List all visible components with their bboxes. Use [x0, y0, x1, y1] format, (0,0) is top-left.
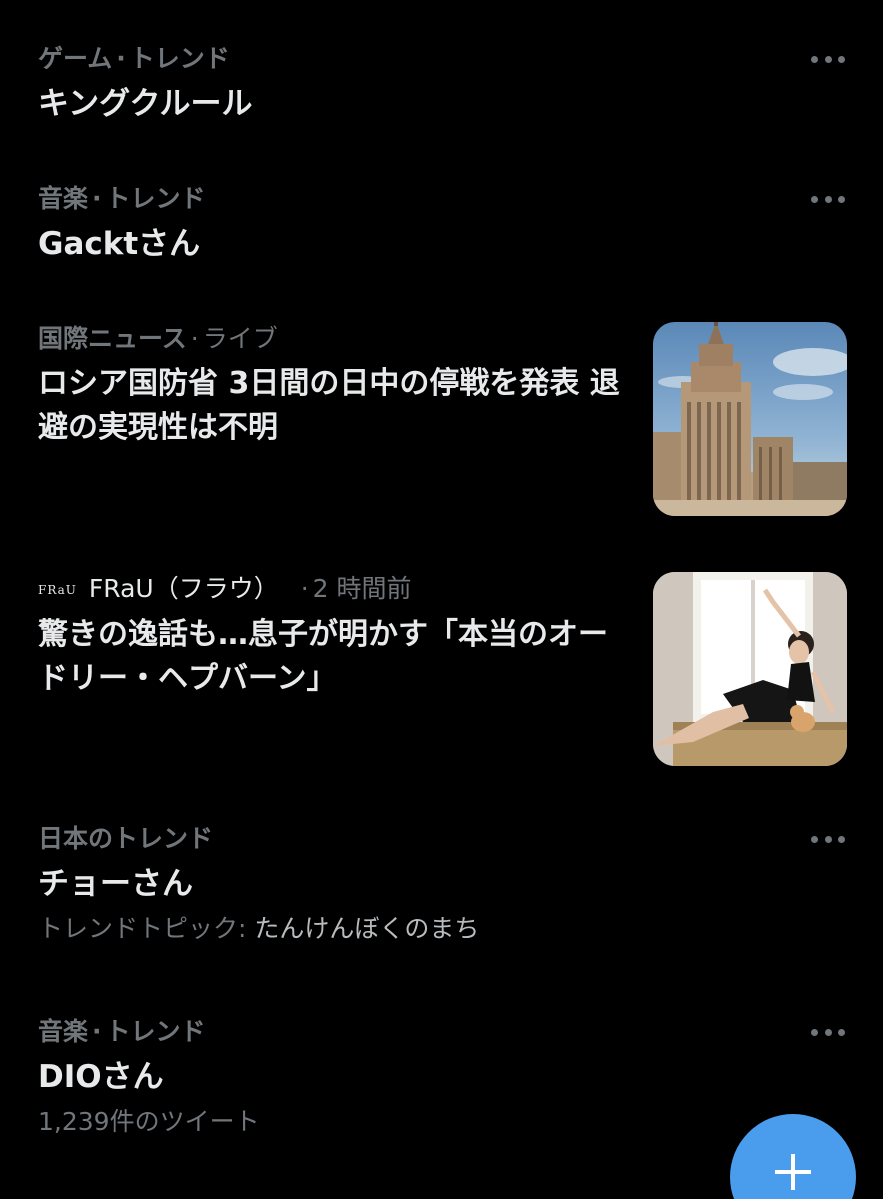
news-live-label: ライブ: [202, 324, 278, 353]
more-button[interactable]: [811, 1015, 845, 1049]
more-button[interactable]: [811, 822, 845, 856]
separator: ·: [92, 184, 102, 213]
news-item[interactable]: FRaU FRaU（フラウ） · 2 時間前 驚きの逸話も…息子が明かす「本当のオー…: [38, 572, 883, 766]
trend-item[interactable]: 音楽 · トレンド DIOさん 1,239件のツイート: [38, 1015, 883, 1139]
trend-meta: 日本のトレンド: [38, 822, 883, 856]
news-source: FRaU（フラウ）: [88, 574, 279, 603]
trend-item[interactable]: 日本のトレンド チョーさん トレンドトピック: たんけんぼくのまち: [38, 822, 883, 946]
more-horizontal-icon: [838, 55, 845, 63]
trend-category: 日本のトレンド: [38, 824, 214, 853]
more-button[interactable]: [811, 42, 845, 76]
plus-icon: [775, 1154, 811, 1190]
more-horizontal-icon: [824, 1028, 832, 1036]
news-category: 国際ニュース: [38, 324, 187, 353]
woman-in-window-photo: [653, 572, 847, 766]
trend-title: Gacktさん: [38, 226, 201, 262]
separator: ·: [92, 1017, 102, 1046]
news-title: 驚きの逸話も…息子が明かす「本当のオードリー・ヘプバーン」: [38, 617, 608, 696]
trend-topic-value: たんけんぼくのまち: [254, 914, 480, 943]
news-item[interactable]: 国際ニュース · ライブ ロシア国防省 3日間の日中の停戦を発表 退避の実現性は不明: [38, 322, 883, 516]
trend-label: トレンド: [105, 1017, 206, 1046]
trends-feed: ゲーム · トレンド キングクルール 音楽 · トレンド Gacktさん 国際ニュース ·…: [0, 0, 883, 1199]
more-horizontal-icon: [838, 1028, 845, 1036]
trend-topic: トレンドトピック: たんけんぼくのまち: [38, 912, 883, 946]
trend-meta: ゲーム · トレンド: [38, 42, 883, 76]
more-horizontal-icon: [824, 195, 832, 203]
trend-label: トレンド: [105, 184, 206, 213]
separator: ·: [300, 574, 309, 603]
separator: ·: [116, 44, 126, 73]
trend-category: ゲーム: [38, 44, 113, 73]
more-horizontal-icon: [811, 195, 818, 203]
trend-meta: 音楽 · トレンド: [38, 182, 883, 216]
news-title: ロシア国防省 3日間の日中の停戦を発表 退避の実現性は不明: [38, 366, 620, 445]
more-button[interactable]: [811, 182, 845, 216]
separator: ·: [190, 324, 199, 353]
trend-topic-prefix: トレンドトピック:: [38, 914, 247, 943]
more-horizontal-icon: [824, 835, 832, 843]
trend-meta: 音楽 · トレンド: [38, 1015, 883, 1049]
trend-item[interactable]: ゲーム · トレンド キングクルール: [38, 42, 883, 126]
trend-category: 音楽: [38, 1017, 89, 1046]
more-horizontal-icon: [811, 835, 818, 843]
trend-title: キングクルール: [38, 86, 253, 122]
more-horizontal-icon: [811, 1028, 818, 1036]
trend-title: チョーさん: [38, 866, 193, 902]
moscow-building-photo: [653, 322, 847, 516]
trend-category: 音楽: [38, 184, 89, 213]
more-horizontal-icon: [811, 55, 818, 63]
more-horizontal-icon: [824, 55, 832, 63]
more-horizontal-icon: [838, 195, 845, 203]
news-time: 2 時間前: [312, 574, 412, 603]
trend-title: DIOさん: [38, 1059, 164, 1095]
frau-logo: FRaU: [38, 583, 77, 597]
trend-item[interactable]: 音楽 · トレンド Gacktさん: [38, 182, 883, 266]
trend-label: トレンド: [129, 44, 230, 73]
more-horizontal-icon: [838, 835, 845, 843]
